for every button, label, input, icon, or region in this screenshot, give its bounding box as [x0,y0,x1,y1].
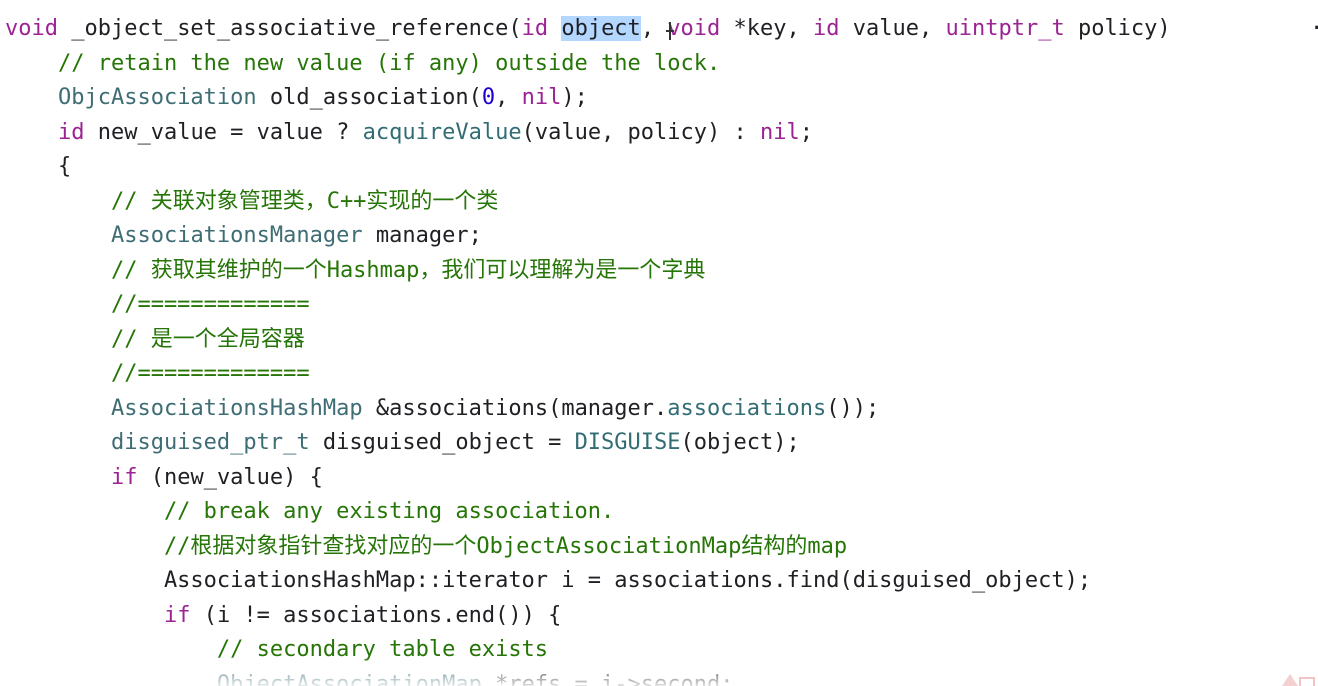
line-overflow-indicator: · [1310,12,1318,46]
code-token: ObjectAssociationMap [216,671,482,686]
code-line[interactable]: if (new_value) { [5,461,323,495]
code-token: // 获取其维护的一个Hashmap，我们可以理解为是一个字典 [5,257,706,283]
code-token: AssociationsManager [110,223,363,248]
code-token: value, [839,16,946,41]
code-token: uintptr_t [945,16,1065,41]
code-token: AssociationsHashMap::iterator i = associ… [5,568,1092,593]
code-line[interactable]: // 获取其维护的一个Hashmap，我们可以理解为是一个字典 [5,254,705,288]
code-token: // 关联对象管理类，C++实现的一个类 [5,188,499,214]
code-line[interactable]: if (i != associations.end()) { [5,599,561,633]
code-token: if [110,464,138,490]
code-line[interactable]: AssociationsHashMap &associations(manage… [5,392,879,426]
code-token: nil [521,85,562,110]
code-token: (object); [680,430,800,455]
code-token: // break any existing association. [5,499,615,524]
code-line[interactable]: { [5,150,71,184]
code-token: //============= [5,292,310,317]
code-token: // secondary table exists [5,637,549,662]
code-token: void [667,16,721,41]
code-token: id [57,119,85,145]
code-line[interactable]: // 关联对象管理类，C++实现的一个类 [5,185,498,219]
code-token: disguised_object = [309,430,575,455]
code-token: ObjcAssociation [57,85,257,110]
code-token: ()); [826,395,880,421]
code-token: (value, policy) : [521,119,761,145]
code-token: _object_set_associative_reference( [57,16,522,41]
code-token: disguised_ptr_t [110,430,310,455]
code-token: associations [667,395,827,421]
code-token: , [495,85,522,110]
code-line[interactable]: AssociationsManager manager; [5,219,482,253]
code-line[interactable]: void _object_set_associative_reference(i… [5,12,1184,46]
code-line[interactable]: // retain the new value (if any) outside… [5,47,720,81]
code-line[interactable]: //============= [5,288,310,322]
code-token: manager; [362,223,482,248]
code-token: { [5,154,72,179]
selected-text: object [561,16,641,41]
code-editor[interactable]: void _object_set_associative_reference(i… [0,0,1318,686]
code-line[interactable]: //根据对象指针查找对应的一个ObjectAssociationMap结构的ma… [5,530,847,564]
code-token: &associations(manager. [362,395,668,421]
code-line[interactable]: id new_value = value ? acquireValue(valu… [5,116,813,150]
ibeam-cursor-icon [666,22,674,40]
code-token: , [640,16,668,41]
code-token: if [163,602,191,628]
code-token: nil [760,119,800,145]
code-token: // retain the new value (if any) outside… [5,50,721,76]
code-token: DISGUISE [574,430,681,455]
code-token: 0 [481,85,496,110]
code-token: ; [799,119,814,145]
code-line[interactable]: // 是一个全局容器 [5,323,305,357]
code-line[interactable]: ObjectAssociationMap *refs = i->second; [5,668,734,686]
code-token: id [521,16,549,41]
code-token: policy) [1064,16,1184,41]
code-line[interactable]: // break any existing association. [5,495,614,529]
code-token: AssociationsHashMap [110,395,363,421]
code-token: old_association( [256,85,482,110]
code-token: //根据对象指针查找对应的一个ObjectAssociationMap结构的ma… [5,533,848,559]
code-token: void [5,16,58,41]
code-token: // 是一个全局容器 [5,326,305,352]
code-line[interactable]: AssociationsHashMap::iterator i = associ… [5,564,1091,598]
code-line[interactable]: //============= [5,357,310,391]
code-token: acquireValue [362,119,522,145]
code-token: *key, [720,16,814,41]
code-token: (i != associations.end()) { [190,602,562,628]
corner-watermark-logo [1282,674,1315,686]
code-line[interactable]: ObjcAssociation old_association(0, nil); [5,81,588,115]
code-token: *refs = i->second; [481,671,734,686]
code-token: ); [561,85,588,110]
code-token: //============= [5,361,310,386]
code-token: (new_value) { [137,464,323,490]
code-line[interactable]: disguised_ptr_t disguised_object = DISGU… [5,426,800,460]
code-token: id [813,16,840,41]
code-token: new_value = value ? [84,119,363,145]
code-line[interactable]: // secondary table exists [5,633,548,667]
